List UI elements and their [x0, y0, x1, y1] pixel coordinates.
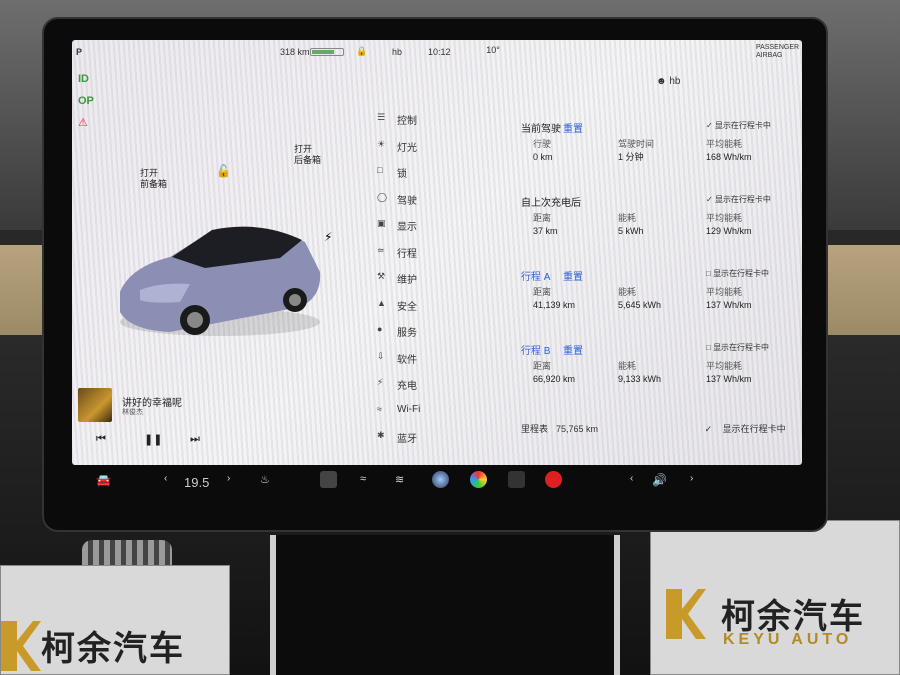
volume-up-chevron-icon[interactable]: ›	[690, 473, 693, 484]
show-in-card-checkbox[interactable]: □ 显示在行程卡中	[706, 268, 769, 279]
lock-icon: □	[377, 165, 383, 175]
menu-item-bluetooth[interactable]: ✱ 蓝牙	[377, 430, 487, 457]
front-trunk-label: 前备箱	[140, 179, 168, 189]
reset-current-link[interactable]: 重置	[563, 120, 583, 135]
plug-icon: ⚡	[377, 377, 384, 387]
download-icon: ⇩	[377, 350, 385, 361]
telltale-2: OP	[78, 95, 94, 107]
menu-item-locks[interactable]: □ 锁	[377, 165, 487, 192]
show-in-card-checkbox[interactable]: □ 显示在行程卡中	[706, 342, 769, 353]
menu-item-service[interactable]: ⚒ 维护	[377, 271, 487, 298]
camera-app-icon[interactable]	[320, 471, 337, 488]
passenger-airbag-indicator: PASSENGER AIRBAG	[756, 44, 800, 59]
clock: 10:12	[428, 47, 451, 57]
trip-panel: 当前驾驶 重置 ✓ 显示在行程卡中 行驶 0 km 驾驶时间 1 分钟 平均能耗 16…	[521, 120, 796, 416]
bluetooth-icon: ✱	[377, 430, 385, 440]
rear-trunk-label: 后备箱	[294, 155, 322, 165]
center-console	[270, 535, 620, 675]
cabin-temperature[interactable]: 19.5	[184, 475, 209, 490]
trip-since-charge: 自上次充电后 ✓ 显示在行程卡中 距离 37 km 能耗 5 kWh 平均能耗 129…	[521, 194, 771, 236]
gear-indicator: P	[76, 47, 83, 57]
toggle-icon: ☰	[377, 112, 386, 122]
rear-trunk-open: 打开	[294, 144, 313, 154]
settings-menu: ☰ 控制 ☀ 灯光 □ 锁 ◯ 驾驶 ▣ 显示 ≃ 行程 ⚒ 维护 ▲ 安全 ● 服务 ⇩ 软件 ⚡…	[377, 112, 487, 457]
temp-down-chevron-icon[interactable]: ‹	[164, 473, 167, 484]
dealer-logo-icon	[1, 621, 41, 671]
menu-item-software[interactable]: ⇩ 软件	[377, 351, 487, 378]
lock-icon[interactable]: 🔒	[356, 46, 367, 57]
dealer-sign-right: 柯余汽车 KEYU AUTO	[650, 520, 900, 675]
music-app-icon[interactable]	[545, 471, 562, 488]
profile-name: hb	[669, 76, 681, 87]
reset-trip-a-link[interactable]: 重置	[563, 268, 583, 283]
seatbelt-warning-icon: ⚠	[78, 117, 88, 129]
menu-item-lights[interactable]: ☀ 灯光	[377, 139, 487, 166]
media-player: 讲好的幸福呢 林俊杰 ⏮ ❚❚ ⏭	[78, 388, 338, 458]
front-defrost-icon[interactable]: ≈	[360, 473, 366, 485]
profile-button[interactable]: ☻ hb	[656, 76, 680, 87]
front-trunk-button[interactable]: 打开 前备箱	[140, 168, 167, 190]
dealer-name: 柯余汽车	[41, 630, 185, 668]
range-readout: 318 km	[280, 47, 310, 57]
steering-icon: ◯	[377, 191, 388, 202]
seat-heater-icon[interactable]: ♨	[260, 473, 270, 486]
front-trunk-open: 打开	[140, 168, 159, 178]
more-apps-icon[interactable]	[508, 471, 525, 488]
menu-item-display[interactable]: ▣ 显示	[377, 218, 487, 245]
show-in-card-checkbox[interactable]: ✓ 显示在行程卡中	[706, 120, 771, 131]
display-icon: ▣	[377, 218, 386, 228]
next-track-icon[interactable]: ⏭	[190, 433, 200, 446]
telltale-lights: ID OP ⚠	[78, 68, 94, 134]
dealer-logo-icon	[666, 589, 706, 639]
menu-item-wifi[interactable]: ≈ Wi-Fi	[377, 404, 487, 431]
charge-port-icon[interactable]: ⚡	[324, 230, 332, 244]
toybox-app-icon[interactable]	[470, 471, 487, 488]
wrench-icon: ⚒	[377, 271, 386, 281]
car-model-render[interactable]	[110, 212, 330, 340]
car-icon[interactable]: 🚘	[96, 473, 111, 487]
status-bar: P 318 km 🔒 hb 10:12 10° PASSENGER AIRBAG	[72, 40, 802, 62]
album-art[interactable]	[78, 388, 112, 422]
pause-icon[interactable]: ❚❚	[144, 433, 162, 446]
odometer-value: 75,765 km	[556, 424, 599, 434]
outside-temp: 10°	[486, 45, 500, 55]
safety-icon: ▲	[377, 297, 386, 308]
service-icon: ●	[377, 324, 383, 334]
person-icon: ☻	[656, 76, 667, 87]
dealer-sign-left: 柯余汽车	[0, 565, 230, 675]
trip-b: 行程 B 重置 □ 显示在行程卡中 距离 66,920 km 能耗 9,133 kW…	[521, 342, 770, 384]
light-icon: ☀	[377, 138, 386, 149]
trip-icon: ≃	[377, 244, 385, 255]
menu-item-trips[interactable]: ≃ 行程	[377, 245, 487, 272]
trip-current: 当前驾驶 重置 ✓ 显示在行程卡中 行驶 0 km 驾驶时间 1 分钟 平均能耗 16…	[521, 120, 771, 162]
wifi-icon: ≈	[377, 403, 382, 414]
reset-trip-b-link[interactable]: 重置	[563, 342, 583, 357]
menu-item-safety[interactable]: ▲ 安全	[377, 298, 487, 325]
taskbar: 🚘 ‹ 19.5 › ♨ ≈ ≋ ‹ 🔊 ›	[72, 465, 802, 497]
song-artist: 林俊杰	[122, 409, 143, 416]
rear-trunk-button[interactable]: 打开 后备箱	[294, 144, 321, 166]
menu-item-driving[interactable]: ◯ 驾驶	[377, 192, 487, 219]
touchscreen: P 318 km 🔒 hb 10:12 10° PASSENGER AIRBAG…	[72, 40, 802, 465]
dealer-name-en: KEYU AUTO	[723, 631, 853, 648]
menu-item-charging[interactable]: ⚡ 充电	[377, 377, 487, 404]
rear-defrost-icon[interactable]: ≋	[395, 473, 404, 486]
unlock-icon[interactable]: 🔓	[216, 164, 231, 178]
menu-item-controls[interactable]: ☰ 控制	[377, 112, 487, 139]
show-in-card-checkbox[interactable]: ✓ 显示在行程卡中	[706, 194, 771, 205]
status-user[interactable]: hb	[392, 47, 402, 57]
speaker-icon[interactable]: 🔊	[652, 473, 667, 487]
dashcam-app-icon[interactable]	[432, 471, 449, 488]
menu-item-services[interactable]: ● 服务	[377, 324, 487, 351]
temp-up-chevron-icon[interactable]: ›	[227, 473, 230, 484]
volume-down-chevron-icon[interactable]: ‹	[630, 473, 633, 484]
battery-icon	[310, 48, 344, 56]
show-in-card-checkbox[interactable]: ✓ 显示在行程卡中	[705, 424, 786, 434]
previous-track-icon[interactable]: ⏮	[96, 433, 106, 446]
telltale-1: ID	[78, 73, 89, 85]
odometer: 里程表 75,765 km ✓ 显示在行程卡中	[521, 424, 786, 434]
trip-a: 行程 A 重置 □ 显示在行程卡中 距离 41,139 km 能耗 5,645 kW…	[521, 268, 770, 310]
